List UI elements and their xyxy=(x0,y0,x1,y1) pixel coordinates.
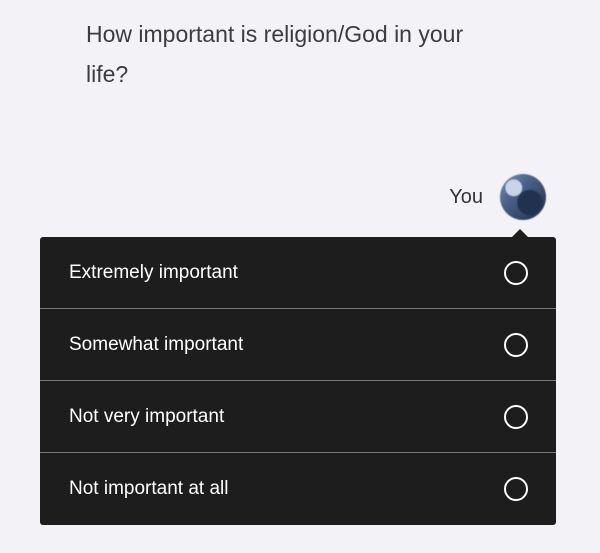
radio-circle-icon[interactable] xyxy=(504,404,528,429)
answer-options-list: Extremely important Somewhat important N… xyxy=(40,237,556,525)
answer-option-not-very-important[interactable]: Not very important xyxy=(40,381,556,453)
answer-option-label: Not very important xyxy=(69,405,225,427)
radio-circle-icon[interactable] xyxy=(504,332,528,357)
answer-option-label: Somewhat important xyxy=(69,333,244,355)
answer-option-label: Extremely important xyxy=(69,261,238,283)
avatar xyxy=(500,174,546,220)
question-text: How important is religion/God in your li… xyxy=(86,21,464,87)
responder-row: You xyxy=(449,174,546,220)
responder-label: You xyxy=(449,185,483,208)
answer-option-somewhat-important[interactable]: Somewhat important xyxy=(40,309,556,381)
radio-circle-icon[interactable] xyxy=(504,260,528,285)
dropdown-caret xyxy=(512,229,528,237)
answer-option-extremely-important[interactable]: Extremely important xyxy=(40,237,556,309)
answer-option-label: Not important at all xyxy=(69,478,229,499)
answer-option-not-important-at-all[interactable]: Not important at all xyxy=(40,453,556,525)
radio-circle-icon[interactable] xyxy=(504,477,528,501)
